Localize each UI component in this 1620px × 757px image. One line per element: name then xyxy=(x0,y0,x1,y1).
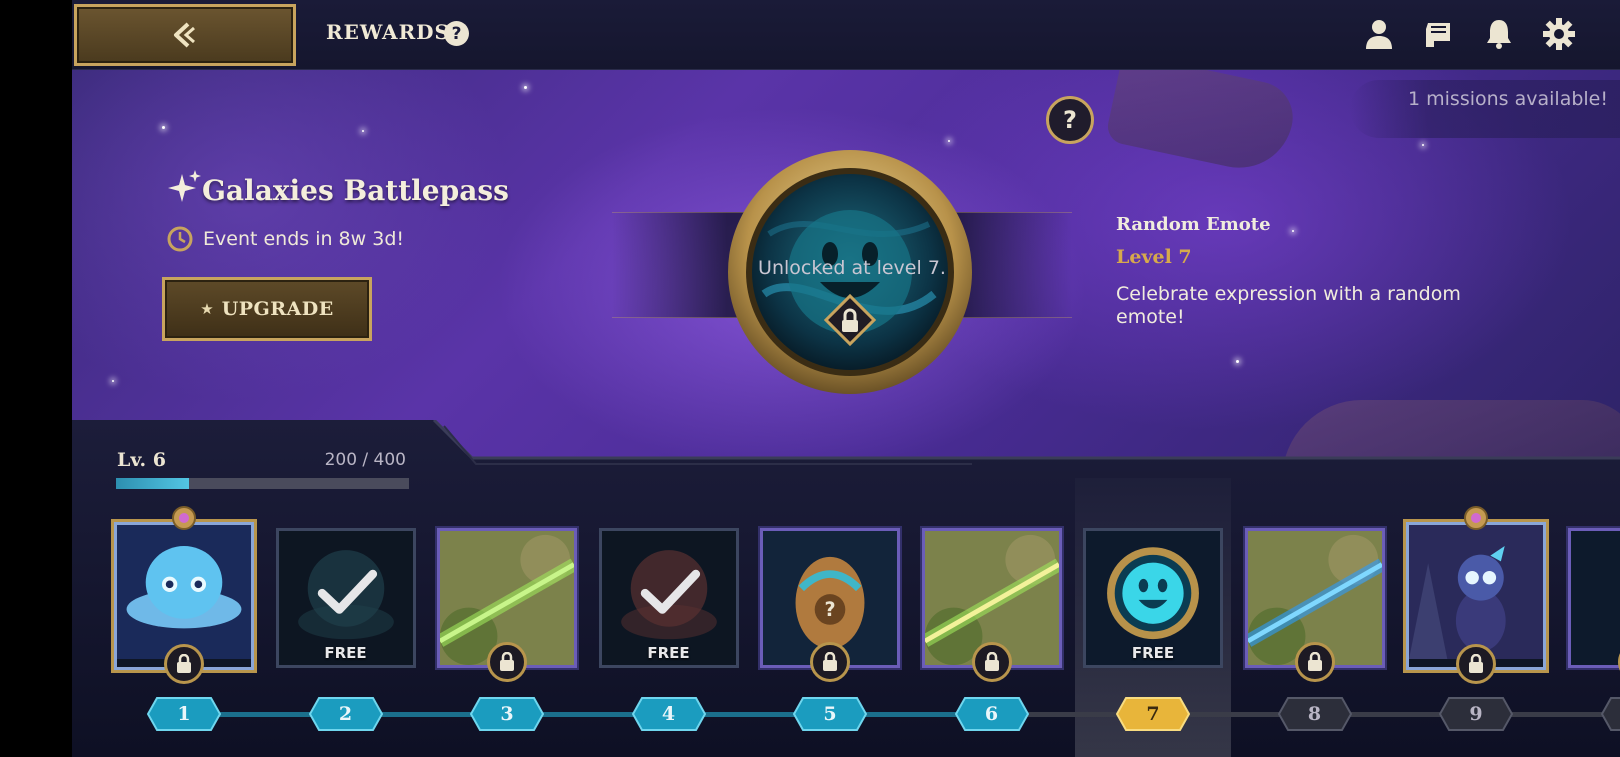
page-title: REWARDS xyxy=(326,20,450,44)
lock-icon xyxy=(1307,652,1322,671)
reward-card-level-3[interactable] xyxy=(437,528,577,682)
notifications-button[interactable] xyxy=(1482,17,1516,51)
reward-card-level-10[interactable] xyxy=(1567,528,1620,682)
missions-available-text[interactable]: 1 missions available! xyxy=(1408,88,1608,110)
reward-level: Level 7 xyxy=(1116,246,1192,268)
rewards-help-button[interactable]: ? xyxy=(444,21,469,46)
sparkle-icon xyxy=(168,170,201,202)
profile-icon xyxy=(1366,20,1392,49)
reward-card-level-4[interactable]: FREE xyxy=(598,528,739,668)
reward-description: Celebrate expression with a random emote… xyxy=(1116,283,1461,328)
unlock-requirement-text: Unlocked at level 7. xyxy=(758,257,946,279)
xp-progress-text: 200 / 400 xyxy=(324,450,406,470)
lock-badge xyxy=(487,642,527,682)
xp-progress-fill xyxy=(116,478,190,489)
level-node-6[interactable]: 6 xyxy=(954,697,1029,731)
reward-card-level-5[interactable]: ? xyxy=(760,528,900,682)
clock-icon xyxy=(167,226,193,252)
gem-icon xyxy=(1464,506,1488,530)
lock-badge xyxy=(164,644,204,684)
lock-icon xyxy=(500,652,514,671)
star-icon: ★ xyxy=(200,300,214,318)
level-number: 6 xyxy=(984,703,999,725)
free-label: FREE xyxy=(647,644,690,662)
lock-icon xyxy=(823,652,837,671)
level-number: 1 xyxy=(177,703,191,725)
reward-card-level-2[interactable]: FREE xyxy=(275,528,416,668)
settings-button[interactable] xyxy=(1542,17,1576,51)
level-number: 7 xyxy=(1146,703,1160,725)
gear-icon xyxy=(1543,18,1575,50)
lock-icon xyxy=(984,652,999,671)
free-label: FREE xyxy=(1131,644,1175,662)
level-number: 2 xyxy=(338,703,353,725)
event-timer: Event ends in 8w 3d! xyxy=(203,228,404,250)
free-label: FREE xyxy=(324,644,367,662)
hero-banner: 1 missions available! Galaxies Battlepas… xyxy=(72,70,1620,480)
level-node-3[interactable]: 3 xyxy=(470,697,544,731)
level-node-5[interactable]: 5 xyxy=(793,697,867,731)
level-node-10[interactable]: 10 xyxy=(1600,697,1620,731)
reward-card-level-8[interactable] xyxy=(1244,528,1385,682)
lock-icon xyxy=(177,654,191,673)
upgrade-label: UPGRADE xyxy=(221,298,334,320)
level-node-2[interactable]: 2 xyxy=(308,697,383,731)
level-node-4[interactable]: 4 xyxy=(631,697,706,731)
reward-name: Random Emote xyxy=(1116,214,1271,235)
lock-badge xyxy=(1294,642,1335,682)
level-node-9[interactable]: 9 xyxy=(1439,697,1513,731)
svg-text:?: ? xyxy=(824,598,835,621)
reward-card-level-7[interactable]: FREE xyxy=(1083,528,1223,668)
profile-button[interactable] xyxy=(1362,17,1396,51)
level-number: 3 xyxy=(500,703,514,725)
rewards-screen: REWARDS ? 1 missions available! Galaxies… xyxy=(72,0,1620,757)
level-number: 5 xyxy=(823,703,837,725)
track-line-reached xyxy=(184,712,992,717)
gem-icon xyxy=(172,506,196,530)
lock-icon xyxy=(1469,654,1483,673)
reward-card-level-9[interactable] xyxy=(1406,506,1546,684)
reward-card-level-1[interactable] xyxy=(114,506,254,684)
current-level: Lv. 6 xyxy=(117,449,166,471)
level-node-8[interactable]: 8 xyxy=(1277,697,1352,731)
lock-badge xyxy=(971,642,1012,682)
lock-badge xyxy=(1456,644,1496,684)
level-number: 8 xyxy=(1307,703,1322,725)
reward-art xyxy=(1567,528,1620,668)
level-number: 9 xyxy=(1469,703,1483,725)
xp-progress-bar xyxy=(116,478,409,489)
scroll-icon xyxy=(1426,23,1450,47)
reward-help-button[interactable]: ? xyxy=(1046,96,1094,144)
bell-icon xyxy=(1487,20,1511,49)
collection-button[interactable] xyxy=(1422,17,1456,51)
lock-badge xyxy=(810,642,850,682)
level-number: 4 xyxy=(661,703,676,725)
top-bar: REWARDS ? xyxy=(72,0,1620,70)
reward-card-level-6[interactable] xyxy=(921,528,1062,682)
battlepass-title: Galaxies Battlepass xyxy=(202,174,509,207)
level-node-7[interactable]: 7 xyxy=(1116,697,1190,731)
upgrade-button[interactable]: ★ UPGRADE xyxy=(162,277,372,341)
back-button[interactable] xyxy=(74,4,296,66)
level-node-1[interactable]: 1 xyxy=(147,697,221,731)
level-number: 10 xyxy=(1601,697,1620,731)
back-arrow-icon xyxy=(174,22,195,48)
